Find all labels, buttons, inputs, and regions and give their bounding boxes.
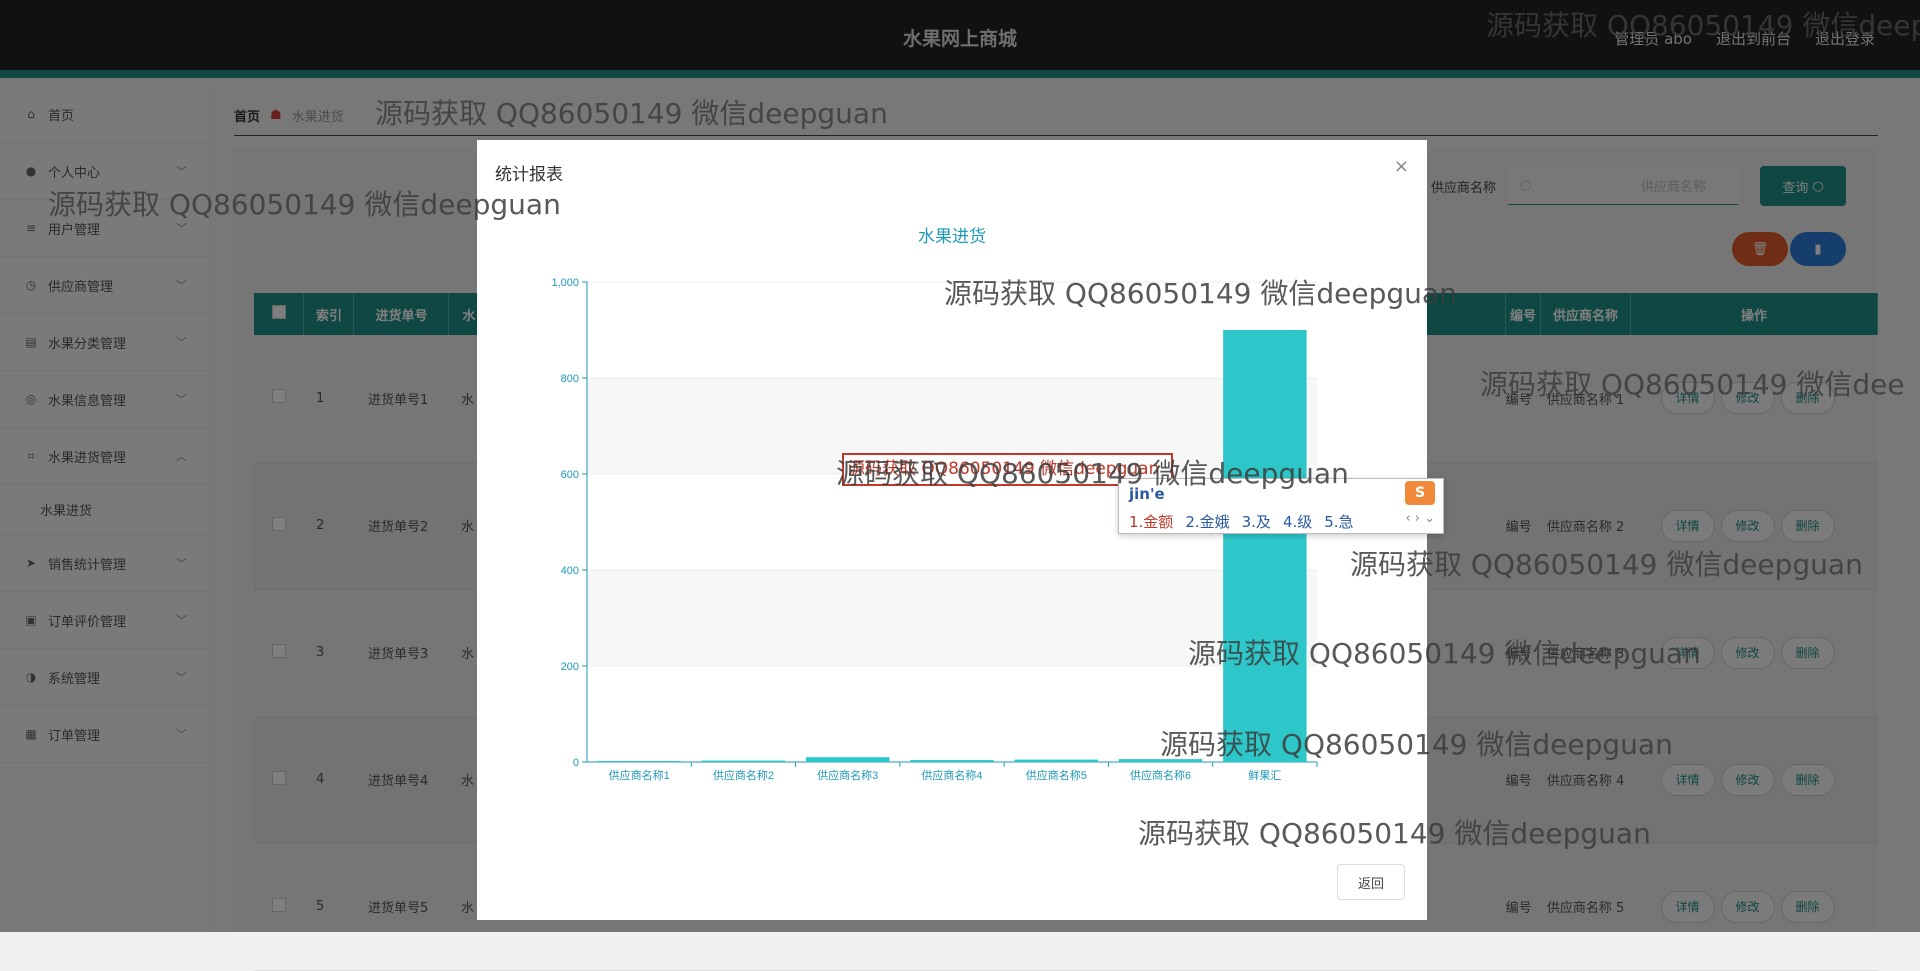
ime-candidate[interactable]: 3.及 [1242,511,1271,532]
sogou-logo-icon: S [1405,481,1435,505]
chart-title: 水果进货 [918,227,986,246]
y-tick-label: 800 [561,373,579,385]
ime-candidate-window: jin'e S 1.金额 2.金娥 3.及 4.级 5.急 ‹ › ⌄ [1118,478,1444,534]
ime-candidate[interactable]: 2.金娥 [1185,511,1229,532]
y-tick-label: 400 [561,565,579,577]
ime-composition: jin'e [1129,485,1165,503]
ime-candidates: 1.金额 2.金娥 3.及 4.级 5.急 [1129,511,1354,532]
x-tick-label: 供应商名称5 [1026,768,1087,782]
chart-bar [597,761,681,763]
chart-band [587,570,1317,666]
ime-page-nav[interactable]: ‹ › ⌄ [1405,511,1435,526]
chart-bar [1223,330,1307,762]
x-tick-label: 鲜果汇 [1248,768,1281,782]
x-tick-label: 供应商名称2 [713,768,774,782]
y-tick-label: 1,000 [551,277,579,289]
chart-bar [910,760,994,762]
y-tick-label: 600 [561,469,579,481]
chart-bar [1014,759,1098,762]
ime-candidate[interactable]: 1.金额 [1129,511,1173,532]
x-tick-label: 供应商名称3 [817,768,878,782]
y-tick-label: 200 [561,661,579,673]
x-tick-label: 供应商名称4 [921,768,982,782]
chart-bar [701,760,786,762]
chart-bar [1118,759,1203,762]
back-button[interactable]: 返回 [1337,864,1405,900]
x-tick-label: 供应商名称1 [609,768,670,782]
x-tick-label: 供应商名称6 [1130,768,1191,782]
ime-candidate[interactable]: 4.级 [1283,511,1312,532]
chart-bar [806,757,890,762]
ime-candidate[interactable]: 5.急 [1324,511,1353,532]
y-tick-label: 0 [573,757,579,769]
